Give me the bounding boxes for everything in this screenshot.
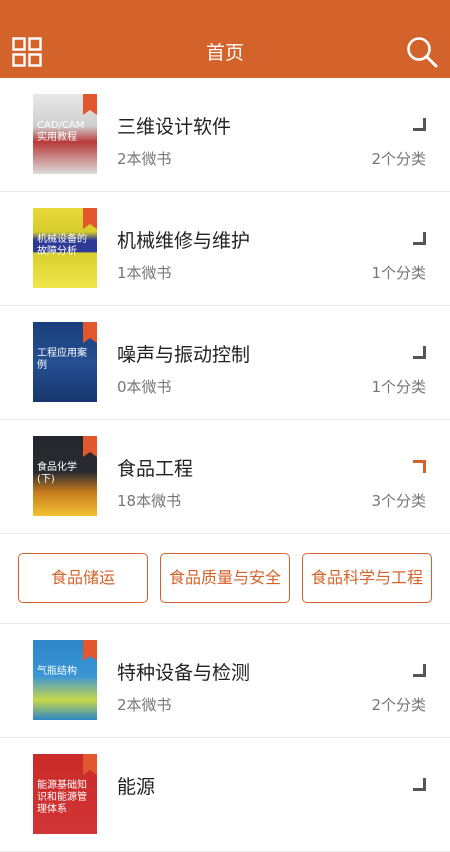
page-title: 首页 xyxy=(205,42,244,64)
list-item[interactable]: 食品化学(下) 食品工程 18本微书 3个分类 xyxy=(0,420,450,534)
subcategory-chip[interactable]: 食品储运 xyxy=(18,553,148,603)
item-categories: 2个分类 xyxy=(371,696,426,714)
book-cover: 工程应用案例 xyxy=(33,322,97,402)
list-item[interactable]: 能源基础知识和能源管理体系 能源 xyxy=(0,738,450,852)
item-categories: 3个分类 xyxy=(371,492,426,510)
item-count: 2本微书 xyxy=(117,696,172,714)
item-categories: 2个分类 xyxy=(371,150,426,168)
category-list: CAD/CAM实用教程 三维设计软件 2本微书 2个分类 机械设备的故障分析 机… xyxy=(0,78,450,852)
item-name: 三维设计软件 xyxy=(117,116,232,138)
subcategory-chip[interactable]: 食品质量与安全 xyxy=(160,553,290,603)
list-item[interactable]: 机械设备的故障分析 机械维修与维护 1本微书 1个分类 xyxy=(0,192,450,306)
item-count: 18本微书 xyxy=(117,492,182,510)
expand-icon[interactable] xyxy=(413,346,426,359)
app-header: 首页 xyxy=(0,0,450,78)
bookmark-icon xyxy=(83,94,97,115)
item-count: 2本微书 xyxy=(117,150,172,168)
expand-icon[interactable] xyxy=(413,232,426,245)
item-count: 0本微书 xyxy=(117,378,172,396)
bookmark-icon xyxy=(83,436,97,457)
bookmark-icon xyxy=(83,640,97,661)
item-categories: 1个分类 xyxy=(371,378,426,396)
item-name: 机械维修与维护 xyxy=(117,230,251,252)
list-item[interactable]: 气瓶结构 特种设备与检测 2本微书 2个分类 xyxy=(0,624,450,738)
item-name: 噪声与振动控制 xyxy=(117,344,251,366)
book-cover: 气瓶结构 xyxy=(33,640,97,720)
expand-icon[interactable] xyxy=(413,118,426,131)
search-icon[interactable] xyxy=(405,35,439,69)
item-name: 能源 xyxy=(117,776,156,798)
bookmark-icon xyxy=(83,322,97,343)
list-item[interactable]: 工程应用案例 噪声与振动控制 0本微书 1个分类 xyxy=(0,306,450,420)
book-cover: 食品化学(下) xyxy=(33,436,97,516)
item-name: 食品工程 xyxy=(117,458,194,480)
expand-icon[interactable] xyxy=(413,778,426,791)
subcategory-chip[interactable]: 食品科学与工程 xyxy=(302,553,432,603)
bookmark-icon xyxy=(83,208,97,229)
item-categories: 1个分类 xyxy=(371,264,426,282)
item-count: 1本微书 xyxy=(117,264,172,282)
bookmark-icon xyxy=(83,754,97,775)
book-cover: 机械设备的故障分析 xyxy=(33,208,97,288)
collapse-icon[interactable] xyxy=(413,460,426,473)
item-name: 特种设备与检测 xyxy=(117,662,251,684)
book-cover: CAD/CAM实用教程 xyxy=(33,94,97,174)
expand-icon[interactable] xyxy=(413,664,426,677)
list-item[interactable]: CAD/CAM实用教程 三维设计软件 2本微书 2个分类 xyxy=(0,78,450,192)
subcategory-row: 食品储运 食品质量与安全 食品科学与工程 xyxy=(0,534,450,624)
book-cover: 能源基础知识和能源管理体系 xyxy=(33,754,97,834)
